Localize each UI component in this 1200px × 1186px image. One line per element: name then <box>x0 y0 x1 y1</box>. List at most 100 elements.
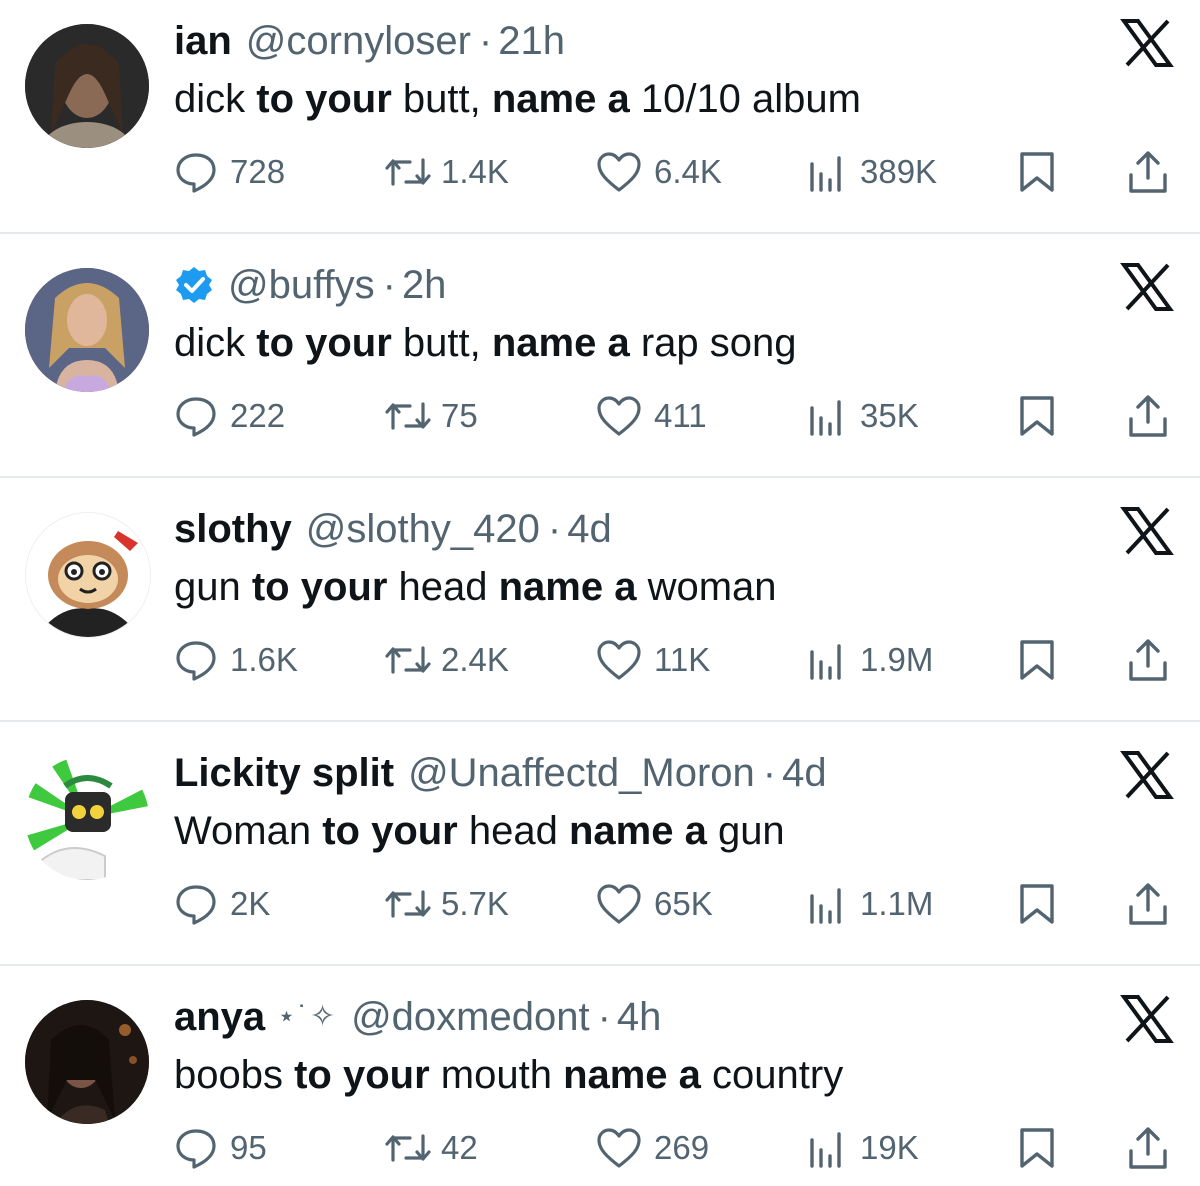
like-button[interactable]: 65K <box>596 872 713 936</box>
bookmark-icon[interactable] <box>1015 882 1059 926</box>
text-part: woman <box>636 565 777 609</box>
timestamp[interactable]: 2h <box>402 260 447 310</box>
text-part: gun <box>174 565 252 609</box>
speech-bubble-icon <box>176 397 216 437</box>
author-handle[interactable]: @buffys <box>228 260 375 310</box>
author-handle[interactable]: @Unaffectd_Moron <box>408 748 755 798</box>
author-name[interactable]: Lickity split <box>174 748 394 798</box>
share-upload-icon[interactable] <box>1124 880 1172 928</box>
text-bold: to your <box>251 565 388 609</box>
tweet-card[interactable]: anya ⋆˙✧ @doxmedont · 4h boobs to your m… <box>0 976 1200 1186</box>
x-logo-icon[interactable] <box>1120 994 1174 1044</box>
retweet-count: 2.4K <box>441 641 509 678</box>
heart-icon <box>597 640 641 680</box>
author-handle[interactable]: @doxmedont <box>351 992 590 1042</box>
tweet-feed: ian @cornyloser · 21h dick to your butt,… <box>0 0 1200 1186</box>
like-button[interactable]: 11K <box>596 628 710 692</box>
speech-bubble-icon <box>176 641 216 681</box>
author-handle[interactable]: @cornyloser <box>246 16 471 66</box>
reply-button[interactable]: 95 <box>174 1116 267 1180</box>
tweet-card[interactable]: slothy @slothy_420 · 4d gun to your head… <box>0 488 1200 732</box>
share-upload-icon[interactable] <box>1124 636 1172 684</box>
views-button[interactable]: 35K <box>808 384 919 448</box>
action-bar: 95 42 269 19K <box>0 1116 1200 1180</box>
timestamp[interactable]: 4d <box>782 748 827 798</box>
bookmark-icon[interactable] <box>1015 150 1059 194</box>
retweet-arrows-icon <box>385 1134 431 1162</box>
views-button[interactable]: 389K <box>808 140 937 204</box>
text-part: head <box>387 565 499 609</box>
reply-count: 222 <box>230 397 286 434</box>
bookmark-icon[interactable] <box>1015 638 1059 682</box>
retweet-button[interactable]: 75 <box>383 384 478 448</box>
text-part: butt, <box>391 321 492 365</box>
text-part: rap song <box>629 321 797 365</box>
text-bold: name a <box>491 321 630 365</box>
reply-button[interactable]: 1.6K <box>174 628 298 692</box>
views-button[interactable]: 1.9M <box>808 628 933 692</box>
text-part: dick <box>174 321 257 365</box>
bar-chart-icon <box>810 156 841 192</box>
author-name[interactable]: anya <box>174 992 265 1042</box>
separator-dot: · <box>478 19 493 63</box>
x-logo-icon[interactable] <box>1120 750 1174 800</box>
author-name[interactable]: slothy <box>174 504 292 554</box>
tweet-text: boobs to your mouth name a country <box>174 1048 843 1102</box>
share-upload-icon[interactable] <box>1124 148 1172 196</box>
action-bar: 222 75 411 35K <box>0 384 1200 448</box>
x-logo-icon[interactable] <box>1120 262 1174 312</box>
reply-count: 728 <box>230 153 286 190</box>
reply-count: 1.6K <box>230 641 298 678</box>
author-handle[interactable]: @slothy_420 <box>306 504 540 554</box>
share-upload-icon[interactable] <box>1124 392 1172 440</box>
text-part: head <box>457 809 569 853</box>
views-button[interactable]: 1.1M <box>808 872 933 936</box>
retweet-button[interactable]: 42 <box>383 1116 478 1180</box>
reply-button[interactable]: 2K <box>174 872 270 936</box>
views-button[interactable]: 19K <box>808 1116 919 1180</box>
avatar[interactable] <box>25 756 149 880</box>
avatar[interactable] <box>25 1000 149 1124</box>
tweet-text: Woman to your head name a gun <box>174 804 785 858</box>
avatar[interactable] <box>25 268 149 392</box>
tweet-card[interactable]: Lickity split @Unaffectd_Moron · 4d Woma… <box>0 732 1200 976</box>
avatar[interactable] <box>25 24 149 148</box>
reply-button[interactable]: 728 <box>174 140 285 204</box>
like-button[interactable]: 269 <box>596 1116 709 1180</box>
x-logo-icon[interactable] <box>1120 506 1174 556</box>
timestamp[interactable]: 4h <box>617 992 662 1042</box>
tweet-card[interactable]: ian @cornyloser · 21h dick to your butt,… <box>0 0 1200 244</box>
speech-bubble-icon <box>176 885 216 925</box>
action-bar: 2K 5.7K 65K 1.1M <box>0 872 1200 936</box>
author-name[interactable]: ian <box>174 16 232 66</box>
tweet-text: dick to your butt, name a 10/10 album <box>174 72 861 126</box>
x-logo-icon[interactable] <box>1120 18 1174 68</box>
bookmark-icon[interactable] <box>1015 1126 1059 1170</box>
text-bold: to your <box>322 809 458 853</box>
share-upload-icon[interactable] <box>1124 1124 1172 1172</box>
text-bold: to your <box>256 321 392 365</box>
timestamp[interactable]: 4d <box>567 504 612 554</box>
like-button[interactable]: 411 <box>596 384 707 448</box>
text-bold: to your <box>294 1053 430 1097</box>
like-count: 65K <box>654 885 713 922</box>
retweet-button[interactable]: 1.4K <box>383 140 509 204</box>
text-bold: name a <box>563 1053 701 1097</box>
verified-badge-icon <box>176 267 212 303</box>
separator-dot: · <box>762 751 777 795</box>
separator-dot: · <box>382 263 396 307</box>
like-count: 269 <box>654 1129 710 1166</box>
like-button[interactable]: 6.4K <box>596 140 722 204</box>
retweet-button[interactable]: 2.4K <box>383 628 509 692</box>
text-part: 10/10 album <box>629 77 861 121</box>
retweet-arrows-icon <box>385 890 431 918</box>
timestamp[interactable]: 21h <box>498 16 565 66</box>
retweet-count: 1.4K <box>441 153 509 190</box>
tweet-text: dick to your butt, name a rap song <box>174 316 797 370</box>
text-part: mouth <box>429 1053 564 1097</box>
tweet-card[interactable]: @buffys · 2h dick to your butt, name a r… <box>0 244 1200 488</box>
bookmark-icon[interactable] <box>1015 394 1059 438</box>
reply-button[interactable]: 222 <box>174 384 285 448</box>
avatar[interactable] <box>25 512 151 638</box>
retweet-button[interactable]: 5.7K <box>383 872 509 936</box>
